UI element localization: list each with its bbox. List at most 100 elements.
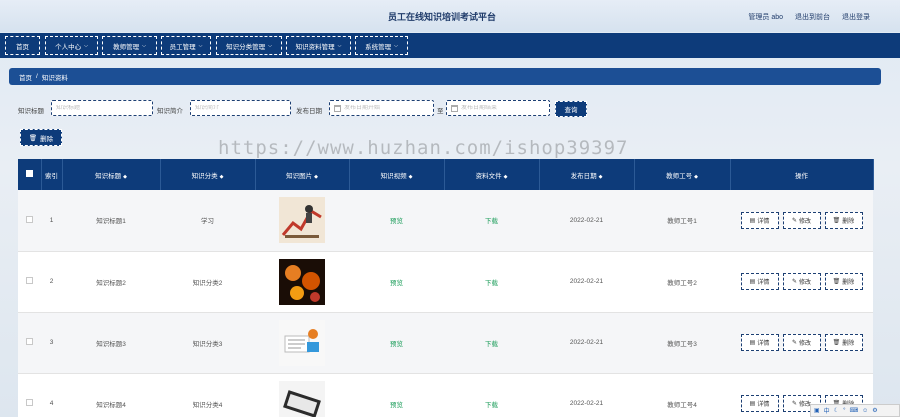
header-category[interactable]: 知识分类 ◆ <box>160 159 256 190</box>
chevron-down-icon: ⌵ <box>394 42 398 49</box>
sort-icon[interactable]: ◆ <box>694 174 698 180</box>
header-title[interactable]: 知识标题 ◆ <box>62 159 161 190</box>
ime-logo-icon[interactable]: ▣ <box>814 407 820 414</box>
logout-link[interactable]: 退出登录 <box>842 12 870 22</box>
batch-delete-button[interactable]: 🗑 删除 <box>20 129 62 146</box>
header-file-label: 资料文件 <box>475 172 502 180</box>
select-all-checkbox[interactable] <box>25 170 33 177</box>
detail-button[interactable]: ▤ 详情 <box>740 395 779 412</box>
edit-button[interactable]: ✎ 修改 <box>782 211 821 229</box>
file-download-link[interactable]: 下载 <box>485 341 498 348</box>
punctuation-icon[interactable]: ° <box>843 408 845 414</box>
detail-button-label: 详情 <box>757 218 770 225</box>
breadcrumb-home[interactable]: 首页 <box>19 72 32 82</box>
sort-icon[interactable]: ◆ <box>123 174 127 180</box>
detail-button[interactable]: ▤ 详情 <box>740 273 779 290</box>
nav-home[interactable]: 首页 <box>5 36 40 55</box>
delete-button[interactable]: 🗑删除 <box>824 211 863 229</box>
nav-knowledge-category-mgmt[interactable]: 知识分类管理 ⌵ <box>216 36 282 55</box>
row-title: 知识标题3 <box>62 312 160 374</box>
delete-button-label: 删除 <box>842 218 855 225</box>
date-end-field[interactable] <box>446 100 550 116</box>
row-select-cell[interactable] <box>18 373 41 417</box>
table-row: 2 知识标题2 知识分类2 预览 下载 2022-02-21 教师工号2 ▤ 详情 <box>18 251 873 313</box>
delete-button[interactable]: 🗑删除 <box>824 334 863 351</box>
date-start-field[interactable] <box>329 100 434 116</box>
row-index: 4 <box>41 373 62 417</box>
row-checkbox[interactable] <box>26 338 33 345</box>
row-video-cell: 预览 <box>349 312 444 374</box>
keyboard-icon[interactable]: ⌨ <box>849 407 858 414</box>
row-category: 学习 <box>160 190 255 252</box>
sort-icon[interactable]: ◆ <box>409 174 413 180</box>
date-start-input[interactable] <box>344 105 433 111</box>
nav-knowledge-material-mgmt[interactable]: 知识资料管理 ⌵ <box>286 36 351 55</box>
file-download-link[interactable]: 下载 <box>485 402 498 409</box>
edit-button-label: 修改 <box>799 341 812 347</box>
file-download-link[interactable]: 下载 <box>485 218 498 225</box>
sort-icon[interactable]: ◆ <box>314 174 318 180</box>
moon-icon[interactable]: ☾ <box>834 407 839 414</box>
pencil-icon: ✎ <box>791 279 797 285</box>
row-video-cell: 预览 <box>349 373 444 417</box>
row-file-cell: 下载 <box>444 190 539 252</box>
title-filter-input[interactable] <box>56 105 152 111</box>
video-preview-link[interactable]: 预览 <box>390 402 403 409</box>
row-select-cell[interactable] <box>18 190 41 252</box>
nav-personal-center[interactable]: 个人中心 ⌵ <box>45 36 98 55</box>
nav-teacher-mgmt-label: 教师管理 <box>113 43 140 51</box>
date-end-input[interactable] <box>461 105 549 111</box>
row-title: 知识标题2 <box>62 251 160 313</box>
knowledge-thumbnail-image[interactable] <box>279 319 325 366</box>
detail-button[interactable]: ▤ 详情 <box>740 334 779 351</box>
row-teacher: 教师工号4 <box>634 373 730 417</box>
file-download-link[interactable]: 下载 <box>485 280 498 287</box>
video-preview-link[interactable]: 预览 <box>390 280 403 287</box>
header-date[interactable]: 发布日期 ◆ <box>539 159 635 190</box>
knowledge-thumbnail-image[interactable] <box>279 197 325 244</box>
row-select-cell[interactable] <box>18 312 41 374</box>
document-icon: ▤ <box>749 217 756 224</box>
header-teacher[interactable]: 教师工号 ◆ <box>634 159 731 190</box>
back-to-frontend-link[interactable]: 退出到前台 <box>795 12 830 22</box>
nav-employee-mgmt[interactable]: 员工管理 ⌵ <box>161 36 211 55</box>
user-icon[interactable]: ☺ <box>862 408 868 414</box>
admin-user-link[interactable]: 管理员 abo <box>748 12 783 22</box>
search-button-label: 查询 <box>564 107 578 114</box>
search-button[interactable]: 查询 <box>555 101 587 117</box>
nav-teacher-mgmt[interactable]: 教师管理 ⌵ <box>102 36 157 55</box>
row-checkbox[interactable] <box>26 399 33 406</box>
delete-button[interactable]: 🗑删除 <box>824 273 863 290</box>
edit-button[interactable]: ✎ 修改 <box>782 273 821 290</box>
title-filter-field[interactable] <box>51 100 153 116</box>
row-select-cell[interactable] <box>18 251 41 313</box>
watermark-text: https://www.huzhan.com/ishop39397 <box>218 137 629 159</box>
nav-system-mgmt[interactable]: 系统管理 ⌵ <box>355 36 408 55</box>
table-header-row: 索引 知识标题 ◆ 知识分类 ◆ 知识图片 ◆ 知识视频 ◆ 资料文件 ◆ 发布日期 ◆ 教… <box>18 159 874 190</box>
header-video[interactable]: 知识视频 ◆ <box>349 159 445 190</box>
detail-button[interactable]: ▤ 详情 <box>740 211 779 229</box>
header-title-label: 知识标题 <box>95 172 122 180</box>
video-preview-link[interactable]: 预览 <box>390 341 403 348</box>
sort-icon[interactable]: ◆ <box>220 174 224 180</box>
sort-icon[interactable]: ◆ <box>599 174 603 180</box>
edit-button[interactable]: ✎ 修改 <box>782 334 821 351</box>
row-actions: ▤详情 ✎修改 🗑删除 <box>730 312 873 374</box>
row-checkbox[interactable] <box>26 277 33 284</box>
title-filter-label: 知识标题 <box>18 108 44 115</box>
intro-filter-field[interactable] <box>190 100 291 116</box>
video-preview-link[interactable]: 预览 <box>390 218 403 225</box>
row-checkbox[interactable] <box>26 215 33 223</box>
table-row: 3 知识标题3 知识分类3 预览 下载 2022-02-21 教师工号3 ▤ 详… <box>18 312 873 374</box>
header-file[interactable]: 资料文件 ◆ <box>444 159 540 190</box>
knowledge-thumbnail-image[interactable] <box>279 258 325 305</box>
calendar-icon <box>334 104 341 112</box>
knowledge-thumbnail-image[interactable] <box>279 380 325 417</box>
intro-filter-input[interactable] <box>195 105 290 111</box>
select-all-cell[interactable] <box>18 159 42 190</box>
header-image[interactable]: 知识图片 ◆ <box>255 159 350 190</box>
nav-knowledge-category-mgmt-label: 知识分类管理 <box>226 43 266 51</box>
settings-icon[interactable]: ⚙ <box>872 407 877 414</box>
sort-icon[interactable]: ◆ <box>504 174 508 180</box>
ime-mode-label[interactable]: 中 <box>824 406 830 415</box>
